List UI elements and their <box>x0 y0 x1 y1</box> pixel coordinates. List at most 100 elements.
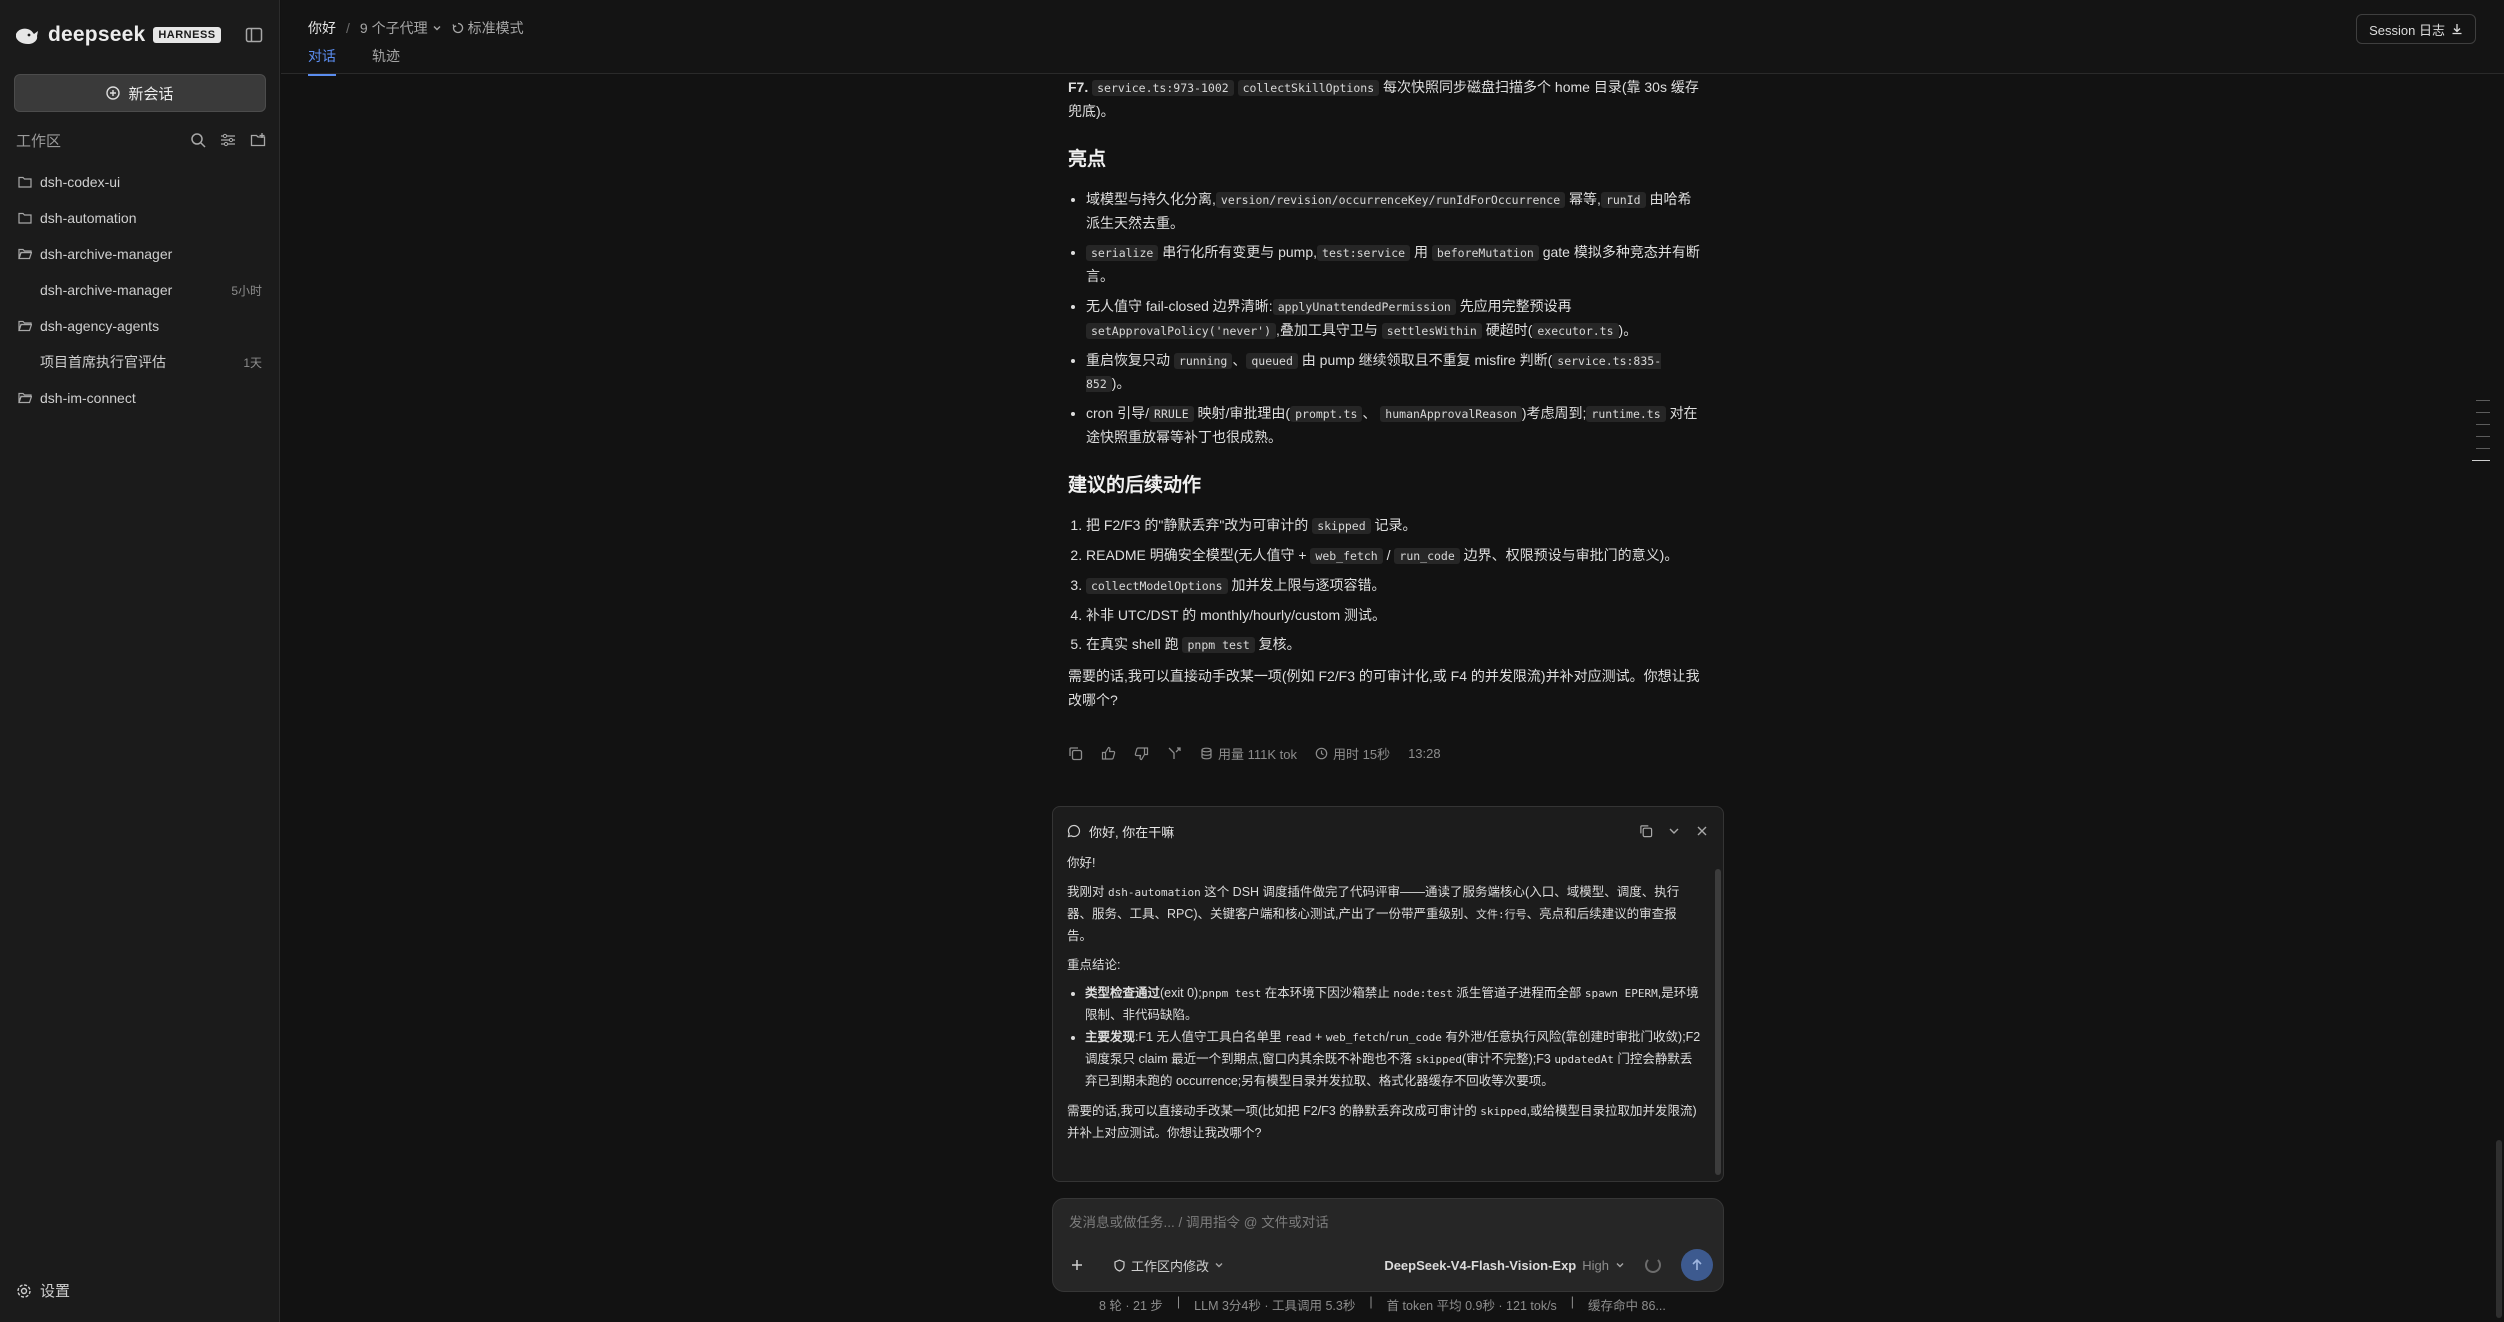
minimap-mark[interactable] <box>2476 412 2490 413</box>
close-icon[interactable] <box>1695 824 1709 838</box>
list-item: 把 F2/F3 的"静默丢弃"改为可审计的 skipped 记录。 <box>1086 514 1704 538</box>
tab-conversation[interactable]: 对话 <box>308 46 336 76</box>
sidebar-item-dsh-archive-manager[interactable]: dsh-archive-manager <box>0 236 280 272</box>
list-item: 补非 UTC/DST 的 monthly/hourly/custom 测试。 <box>1086 604 1704 628</box>
new-chat-button[interactable]: 新会话 <box>14 74 266 112</box>
mode-label: 标准模式 <box>467 20 524 36</box>
chat-bubble-icon <box>1067 824 1081 838</box>
sidebar-item-label: dsh-agency-agents <box>40 318 160 334</box>
sidebar: deepseek HARNESS 新会话 工作区 dsh-codex-ui ds… <box>0 0 280 1322</box>
list-item: cron 引导/RRULE 映射/审批理由(prompt.ts、 humanAp… <box>1086 402 1704 450</box>
new-chat-label: 新会话 <box>128 85 174 103</box>
subagents-dropdown[interactable]: 9 个子代理 <box>360 18 442 38</box>
chevron-down-icon <box>433 26 441 31</box>
session-log-button[interactable]: Session 日志 <box>2356 14 2476 44</box>
conclusion-list: 类型检查通过(exit 0);pnpm test 在本环境下因沙箱禁止 node… <box>1067 983 1701 1092</box>
chevron-down-icon[interactable] <box>1667 824 1681 838</box>
new-folder-icon[interactable] <box>250 132 266 148</box>
list-item: 重启恢复只动 running、queued 由 pump 继续领取且不重复 mi… <box>1086 349 1704 397</box>
copy-icon[interactable] <box>1068 746 1083 761</box>
message-time: 13:28 <box>1408 746 1441 761</box>
subagent-panel-title: 你好, 你在干嘛 <box>1089 824 1175 840</box>
folder-icon <box>18 176 32 188</box>
subagent-panel-body: 你好! 我刚对 dsh-automation 这个 DSH 调度插件做完了代码评… <box>1053 849 1723 1175</box>
minimap-mark[interactable] <box>2476 424 2490 425</box>
mode-indicator[interactable]: 标准模式 <box>451 18 524 38</box>
permission-mode-dropdown[interactable]: 工作区内修改 <box>1113 1256 1224 1275</box>
thumbs-up-icon[interactable] <box>1101 746 1116 761</box>
next-steps-heading: 建议的后续动作 <box>1068 474 1202 496</box>
folder-open-icon <box>18 320 32 332</box>
list-item: 类型检查通过(exit 0);pnpm test 在本环境下因沙箱禁止 node… <box>1085 983 1701 1027</box>
sidebar-item-dsh-codex-ui[interactable]: dsh-codex-ui <box>0 164 280 200</box>
page-scrollbar[interactable] <box>2496 1140 2502 1318</box>
sidebar-item-label: dsh-im-connect <box>40 390 136 406</box>
sidebar-chat-dsh-archive-manager[interactable]: dsh-archive-manager 5小时 <box>0 272 280 308</box>
minimap-mark[interactable] <box>2476 448 2490 449</box>
whale-logo-icon <box>16 28 38 44</box>
finding-f7: F7. service.ts:973-1002 collectSkillOpti… <box>1068 79 1699 119</box>
usage-label: 用量 111K tok <box>1218 747 1297 762</box>
composer-toolbar: 工作区内修改 DeepSeek-V4-Flash-Vision-Exp High <box>1063 1249 1713 1281</box>
subagent-summary: 我刚对 dsh-automation 这个 DSH 调度插件做完了代码评审——通… <box>1067 884 1680 943</box>
send-button[interactable] <box>1681 1249 1713 1281</box>
filter-sliders-icon[interactable] <box>220 132 236 148</box>
database-icon <box>1201 747 1212 760</box>
copy-icon[interactable] <box>1639 824 1653 838</box>
chat-title[interactable]: 你好 <box>308 18 336 38</box>
sidebar-item-time: 1天 <box>243 355 262 370</box>
folder-open-icon <box>18 392 32 404</box>
message-actions: 用量 111K tok 用时 15秒 13:28 <box>1068 744 1441 763</box>
branch-icon[interactable] <box>1167 746 1182 761</box>
attach-button[interactable] <box>1063 1251 1091 1279</box>
toggle-sidebar-button[interactable] <box>244 25 264 45</box>
thumbs-down-icon[interactable] <box>1134 746 1149 761</box>
search-icon[interactable] <box>190 132 206 148</box>
arrow-up-icon <box>1692 1258 1702 1270</box>
subagent-greeting: 你好! <box>1067 856 1096 870</box>
minimap-mark-current[interactable] <box>2472 460 2490 461</box>
stat-separator: | <box>1176 1295 1181 1309</box>
assistant-message: F7. service.ts:973-1002 collectSkillOpti… <box>1068 76 1704 713</box>
list-item: 在真实 shell 跑 pnpm test 复核。 <box>1086 633 1704 657</box>
plus-circle-icon <box>106 86 121 100</box>
minimap-mark[interactable] <box>2476 400 2490 401</box>
highlights-list: 域模型与持久化分离,version/revision/occurrenceKey… <box>1068 188 1704 450</box>
workspace-header: 工作区 <box>16 128 266 152</box>
subagent-closing: 需要的话,我可以直接动手改某一项(比如把 F2/F3 的静默丢弃改成可审计的 s… <box>1067 1103 1697 1140</box>
stat-separator: | <box>1570 1295 1575 1309</box>
settings-button[interactable]: 设置 <box>16 1280 70 1301</box>
conversation-minimap[interactable] <box>2470 400 2490 472</box>
folder-open-icon <box>18 248 32 260</box>
model-selector[interactable]: DeepSeek-V4-Flash-Vision-Exp High <box>1384 1258 1625 1273</box>
download-icon <box>2452 24 2462 35</box>
session-log-label: Session 日志 <box>2369 22 2445 38</box>
brand[interactable]: deepseek HARNESS <box>14 20 221 50</box>
sidebar-item-dsh-automation[interactable]: dsh-automation <box>0 200 280 236</box>
stat-token-speed: 首 token 平均 0.9秒 · 121 tok/s <box>1386 1299 1557 1313</box>
list-item: README 明确安全模型(无人值守 + web_fetch / run_cod… <box>1086 544 1704 568</box>
breadcrumb-separator: / <box>346 20 350 36</box>
tab-trace[interactable]: 轨迹 <box>372 46 400 76</box>
duration-label: 用时 15秒 <box>1333 747 1391 762</box>
sidebar-item-time: 5小时 <box>231 283 262 298</box>
list-item: serialize 串行化所有变更与 pump,test:service 用 b… <box>1086 241 1704 289</box>
sidebar-item-label: dsh-automation <box>40 210 137 226</box>
sidebar-item-label: 项目首席执行官评估 <box>40 354 166 370</box>
model-name: DeepSeek-V4-Flash-Vision-Exp <box>1384 1257 1577 1273</box>
message-input[interactable] <box>1069 1215 1709 1230</box>
sidebar-chat-ceo-eval[interactable]: 项目首席执行官评估 1天 <box>0 344 280 380</box>
reasoning-effort: High <box>1582 1257 1609 1273</box>
sidebar-item-dsh-agency-agents[interactable]: dsh-agency-agents <box>0 308 280 344</box>
minimap-mark[interactable] <box>2476 436 2490 437</box>
top-bar: 你好 / 9 个子代理 标准模式 对话 轨迹 Session 日志 <box>281 0 2504 76</box>
list-item: collectModelOptions 加并发上限与逐项容错。 <box>1086 574 1704 598</box>
gear-icon <box>17 1283 31 1298</box>
sidebar-item-label: dsh-codex-ui <box>40 174 121 190</box>
sidebar-item-dsh-im-connect[interactable]: dsh-im-connect <box>0 380 280 416</box>
sidebar-panel-icon <box>245 27 263 43</box>
sidebar-item-label: dsh-archive-manager <box>40 282 173 298</box>
brand-badge: HARNESS <box>153 27 221 43</box>
subagent-panel-scrollbar[interactable] <box>1715 869 1721 1175</box>
duration-indicator: 用时 15秒 <box>1315 744 1390 763</box>
